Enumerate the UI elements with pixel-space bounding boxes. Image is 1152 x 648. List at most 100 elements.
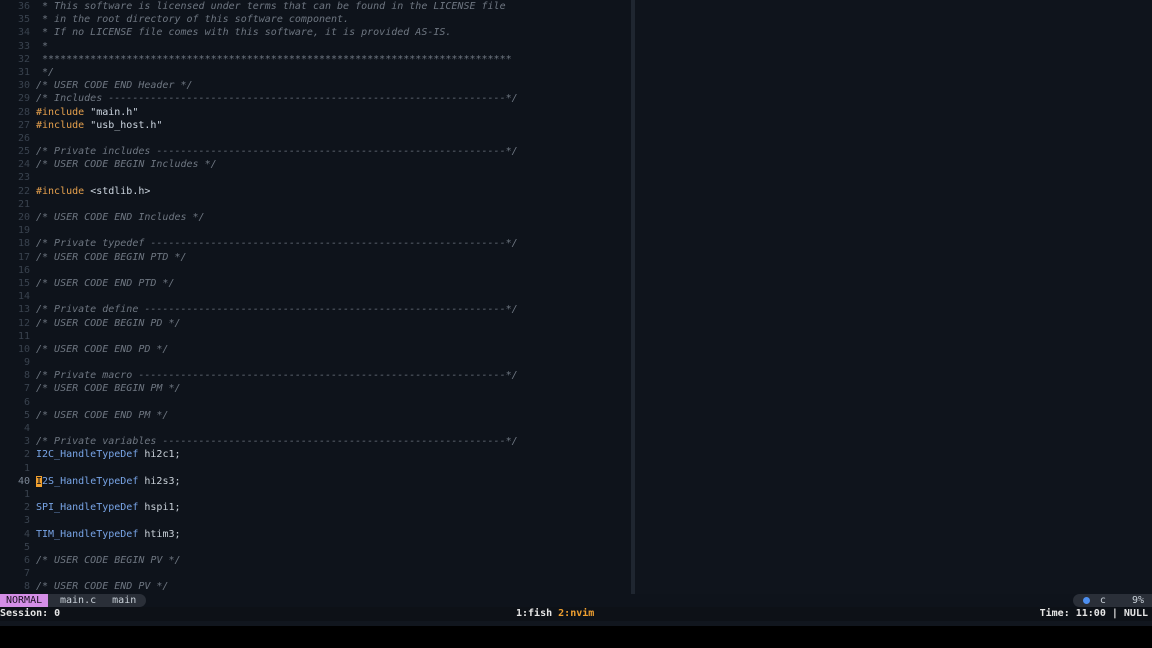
code-line[interactable]: 24 /* USER CODE BEGIN Includes */: [0, 158, 631, 171]
code-line[interactable]: 19: [0, 224, 631, 237]
code-line-current[interactable]: 40 I2S_HandleTypeDef hi2s3;: [0, 475, 631, 488]
code-line[interactable]: 31 */: [0, 66, 631, 79]
code-line[interactable]: 6 /* USER CODE BEGIN PV */: [0, 554, 631, 567]
code-line[interactable]: 8 /* Private macro ----------------------…: [0, 369, 631, 382]
code-line[interactable]: 30 /* USER CODE END Header */: [0, 79, 631, 92]
code-line[interactable]: 34 * If no LICENSE file comes with this …: [0, 26, 631, 39]
tmux-window-nvim[interactable]: 2:nvim: [558, 608, 594, 619]
code-line[interactable]: 22 #include <stdlib.h>: [0, 185, 631, 198]
mode-indicator: NORMAL: [0, 594, 55, 607]
code-line[interactable]: 1: [0, 488, 631, 501]
code-line[interactable]: 2 SPI_HandleTypeDef hspi1;: [0, 501, 631, 514]
line-text: #include "usb_host.h": [36, 119, 162, 132]
line-number: 26: [17, 132, 30, 144]
line-text: * in the root directory of this software…: [36, 13, 349, 26]
line-text: I2S_HandleTypeDef hi2s3;: [36, 475, 181, 488]
code-line[interactable]: 8 /* USER CODE END PV */: [0, 580, 631, 593]
line-number: 12: [17, 317, 30, 329]
code-line[interactable]: 20 /* USER CODE END Includes */: [0, 211, 631, 224]
line-text: /* Private variables -------------------…: [36, 435, 518, 448]
code-line[interactable]: 10 /* USER CODE END PD */: [0, 343, 631, 356]
filetype-label: c: [1099, 595, 1106, 606]
tmux-clock: Time: 11:00 | NULL: [1039, 608, 1148, 619]
line-number: 2: [23, 502, 30, 514]
filename: main.c: [60, 595, 97, 606]
code-line[interactable]: 7: [0, 567, 631, 580]
code-line[interactable]: 25 /* Private includes ------------------…: [0, 145, 631, 158]
code-line[interactable]: 14: [0, 290, 631, 303]
line-number: 13: [17, 304, 30, 316]
line-text: /* USER CODE END Includes */: [36, 211, 205, 224]
code-line[interactable]: 17 /* USER CODE BEGIN PTD */: [0, 251, 631, 264]
code-token: hi2c1;: [138, 449, 181, 461]
code-line[interactable]: 11: [0, 330, 631, 343]
tmux-window-fish[interactable]: 1:fish: [516, 608, 552, 619]
code-line[interactable]: 18 /* Private typedef -------------------…: [0, 237, 631, 250]
code-token: /* USER CODE BEGIN PTD */: [36, 251, 187, 263]
code-line[interactable]: 9: [0, 356, 631, 369]
line-number: 14: [17, 291, 30, 303]
line-number: 10: [17, 343, 30, 355]
line-text: /* Private typedef ---------------------…: [36, 237, 518, 250]
code-line[interactable]: 3 /* Private variables ------------------…: [0, 435, 631, 448]
code-token: /* Private includes --------------------…: [36, 146, 518, 158]
line-text: /* USER CODE BEGIN PTD */: [36, 251, 187, 264]
code-token: /* Includes ----------------------------…: [36, 93, 518, 105]
code-line[interactable]: 33 *: [0, 40, 631, 53]
code-line[interactable]: 32 *************************************…: [0, 53, 631, 66]
line-number: 1: [23, 488, 30, 500]
code-line[interactable]: 15 /* USER CODE END PTD */: [0, 277, 631, 290]
code-line[interactable]: 28 #include "main.h": [0, 106, 631, 119]
line-text: /* Private macro -----------------------…: [36, 369, 518, 382]
code-line[interactable]: 5: [0, 541, 631, 554]
code-token: * in the root directory of this software…: [36, 14, 350, 26]
line-number: 11: [17, 330, 30, 342]
code-token: /* USER CODE BEGIN Includes */: [36, 159, 217, 171]
command-line[interactable]: [0, 621, 1152, 648]
line-text: #include <stdlib.h>: [36, 185, 150, 198]
file-branch-segment: main.c main: [48, 594, 147, 607]
line-number: 32: [17, 53, 30, 65]
line-number: 25: [17, 146, 30, 158]
code-line[interactable]: 3: [0, 514, 631, 527]
code-token: */: [36, 66, 55, 78]
code-line[interactable]: 7 /* USER CODE BEGIN PM */: [0, 382, 631, 395]
code-line[interactable]: 13 /* Private define --------------------…: [0, 303, 631, 316]
code-token: * This software is licensed under terms …: [36, 1, 506, 12]
code-line[interactable]: 6: [0, 396, 631, 409]
line-number: 27: [17, 119, 30, 131]
code-line[interactable]: 29 /* Includes --------------------------…: [0, 92, 631, 105]
git-branch-name: main: [112, 595, 137, 606]
code-pane[interactable]: 3 6 * This software is licensed under ter…: [0, 0, 631, 594]
line-text: */: [36, 66, 54, 79]
neovim-editor: 3 6 * This software is licensed under ter…: [0, 0, 1152, 594]
code-line[interactable]: 26: [0, 132, 631, 145]
code-line[interactable]: 4 TIM_HandleTypeDef htim3;: [0, 528, 631, 541]
code-token: *: [36, 40, 49, 52]
line-number: 9: [23, 357, 30, 369]
code-line[interactable]: 12 /* USER CODE BEGIN PD */: [0, 317, 631, 330]
code-line[interactable]: 1: [0, 462, 631, 475]
code-line[interactable]: 35 * in the root directory of this softw…: [0, 13, 631, 26]
code-line[interactable]: 23: [0, 171, 631, 184]
line-text: /* USER CODE BEGIN Includes */: [36, 158, 217, 171]
code-line[interactable]: 16: [0, 264, 631, 277]
line-number: 8: [23, 581, 30, 593]
line-text: /* USER CODE BEGIN PM */: [36, 382, 181, 395]
line-number: 20: [17, 212, 30, 223]
line-number: 7: [23, 383, 30, 395]
code-token: /* USER CODE END PV */: [36, 581, 169, 593]
code-line[interactable]: 36 * This software is licensed under ter…: [0, 0, 631, 13]
line-number: 40: [17, 475, 30, 487]
code-line[interactable]: 21: [0, 198, 631, 211]
line-text: /* Private includes --------------------…: [36, 145, 518, 158]
code-line[interactable]: 2 I2C_HandleTypeDef hi2c1;: [0, 448, 631, 461]
empty-split-pane[interactable]: [635, 0, 1152, 594]
code-line[interactable]: 27 #include "usb_host.h": [0, 119, 631, 132]
line-number: 15: [17, 277, 30, 289]
line-number: 34: [17, 27, 30, 39]
c-language-icon: [1082, 597, 1090, 604]
code-line[interactable]: 5 /* USER CODE END PM */: [0, 409, 631, 422]
line-number: 16: [17, 264, 30, 276]
code-line[interactable]: 4: [0, 422, 631, 435]
